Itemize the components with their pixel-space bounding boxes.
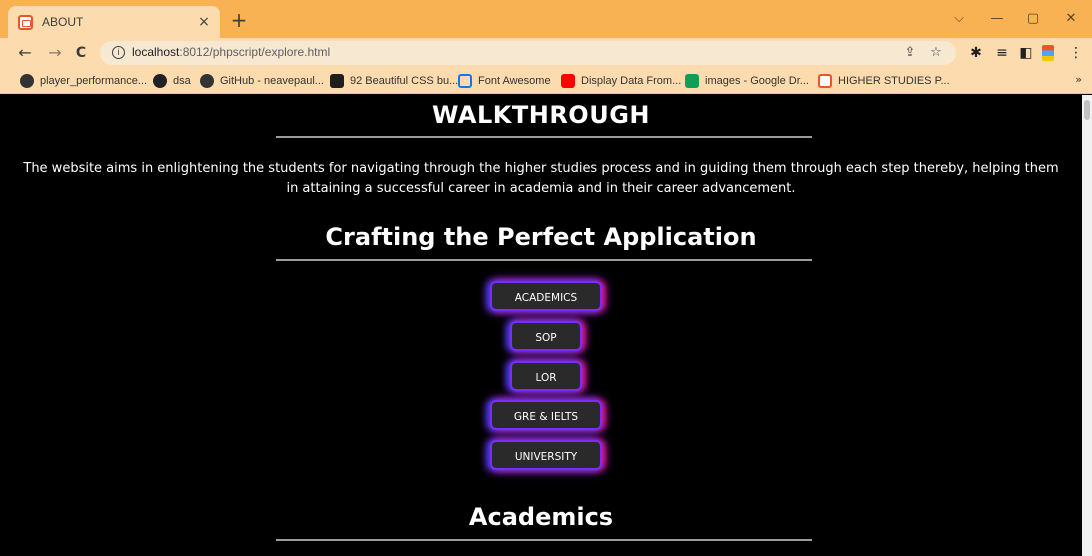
intro-paragraph: The website aims in enlightening the stu…	[23, 161, 1059, 196]
bookmark-label: Font Awesome	[478, 75, 551, 87]
bookmark-item[interactable]: player_performance...	[20, 73, 147, 89]
minimize-button[interactable]: —	[982, 8, 1012, 30]
reload-button[interactable]: C	[70, 42, 92, 64]
bookmark-label: 92 Beautiful CSS bu...	[350, 75, 459, 87]
gre-ielts-button[interactable]: GRE & IELTS	[490, 400, 602, 430]
academics-button[interactable]: ACADEMICS	[490, 281, 602, 311]
bookmark-label: images - Google Dr...	[705, 75, 809, 87]
lor-button[interactable]: LOR	[510, 361, 582, 391]
side-panel-icon[interactable]: ◧	[1016, 43, 1036, 63]
tab-strip: ABOUT × + ⌵ — ▢ ✕	[0, 0, 1092, 38]
vertical-scrollbar[interactable]	[1082, 95, 1092, 556]
crafting-heading: Crafting the Perfect Application	[325, 223, 757, 251]
url-text[interactable]: localhost:8012/phpscript/explore.html	[132, 45, 330, 59]
bookmark-item[interactable]: dsa	[153, 73, 191, 89]
bookmark-label: Display Data From...	[581, 75, 682, 87]
site-favicon-icon	[818, 74, 832, 88]
address-bar[interactable]: i localhost:8012/phpscript/explore.html …	[100, 41, 956, 65]
reading-list-icon[interactable]: ≡	[992, 43, 1012, 63]
flag-icon	[458, 74, 472, 88]
tab-search-icon[interactable]: ⌵	[944, 8, 974, 30]
bookmark-item[interactable]: 92 Beautiful CSS bu...	[330, 73, 458, 89]
site-info-icon[interactable]: i	[112, 46, 125, 59]
url-host: localhost	[132, 45, 180, 59]
share-icon[interactable]: ⇪	[900, 43, 920, 63]
bookmark-label: player_performance...	[40, 75, 147, 87]
codepen-icon	[330, 74, 344, 88]
crafting-divider	[276, 259, 812, 261]
google-drive-icon	[685, 74, 699, 88]
bookmark-item[interactable]: HIGHER STUDIES P...	[818, 73, 950, 89]
new-tab-button[interactable]: +	[228, 10, 250, 32]
profile-avatar[interactable]	[1040, 43, 1056, 63]
github-icon	[20, 74, 34, 88]
bookmark-label: dsa	[173, 75, 191, 87]
bookmark-label: HIGHER STUDIES P...	[838, 75, 950, 87]
bookmarks-overflow-button[interactable]: »	[1075, 73, 1082, 86]
github-icon	[200, 74, 214, 88]
extensions-icon[interactable]: ✱	[966, 43, 986, 63]
restore-button[interactable]: ▢	[1018, 8, 1048, 30]
active-tab[interactable]: ABOUT ×	[8, 6, 220, 38]
url-path: :8012/phpscript/explore.html	[179, 45, 331, 59]
close-window-button[interactable]: ✕	[1056, 8, 1086, 30]
bookmark-label: GitHub - neavepaul...	[220, 75, 324, 87]
back-button[interactable]: ←	[14, 42, 36, 64]
page-content: WALKTHROUGH The website aims in enlighte…	[0, 95, 1082, 556]
scrollbar-thumb[interactable]	[1084, 100, 1090, 120]
tab-title: ABOUT	[42, 15, 84, 29]
bookmark-star-icon[interactable]: ☆	[926, 43, 946, 63]
site-favicon-icon	[18, 14, 33, 30]
bookmark-item[interactable]: GitHub - neavepaul...	[200, 73, 324, 89]
bookmark-item[interactable]: Font Awesome	[458, 73, 551, 89]
academics-divider	[276, 539, 812, 541]
chrome-menu-icon[interactable]: ⋮	[1066, 43, 1086, 63]
academics-heading: Academics	[468, 503, 614, 531]
globe-icon	[153, 74, 167, 88]
forward-button[interactable]: →	[44, 42, 66, 64]
bookmark-item[interactable]: images - Google Dr...	[685, 73, 809, 89]
browser-toolbar: ← → C i localhost:8012/phpscript/explore…	[0, 38, 1092, 68]
bookmark-item[interactable]: Display Data From...	[561, 73, 681, 89]
walkthrough-divider	[276, 136, 812, 138]
university-button[interactable]: UNIVERSITY	[490, 440, 602, 470]
youtube-icon	[561, 74, 575, 88]
sop-button[interactable]: SOP	[510, 321, 582, 351]
tab-close-icon[interactable]: ×	[194, 12, 214, 32]
bookmarks-bar: HIGHER STUDIES P... images - Google Dr...…	[0, 68, 1092, 94]
walkthrough-heading: WALKTHROUGH	[432, 101, 650, 129]
